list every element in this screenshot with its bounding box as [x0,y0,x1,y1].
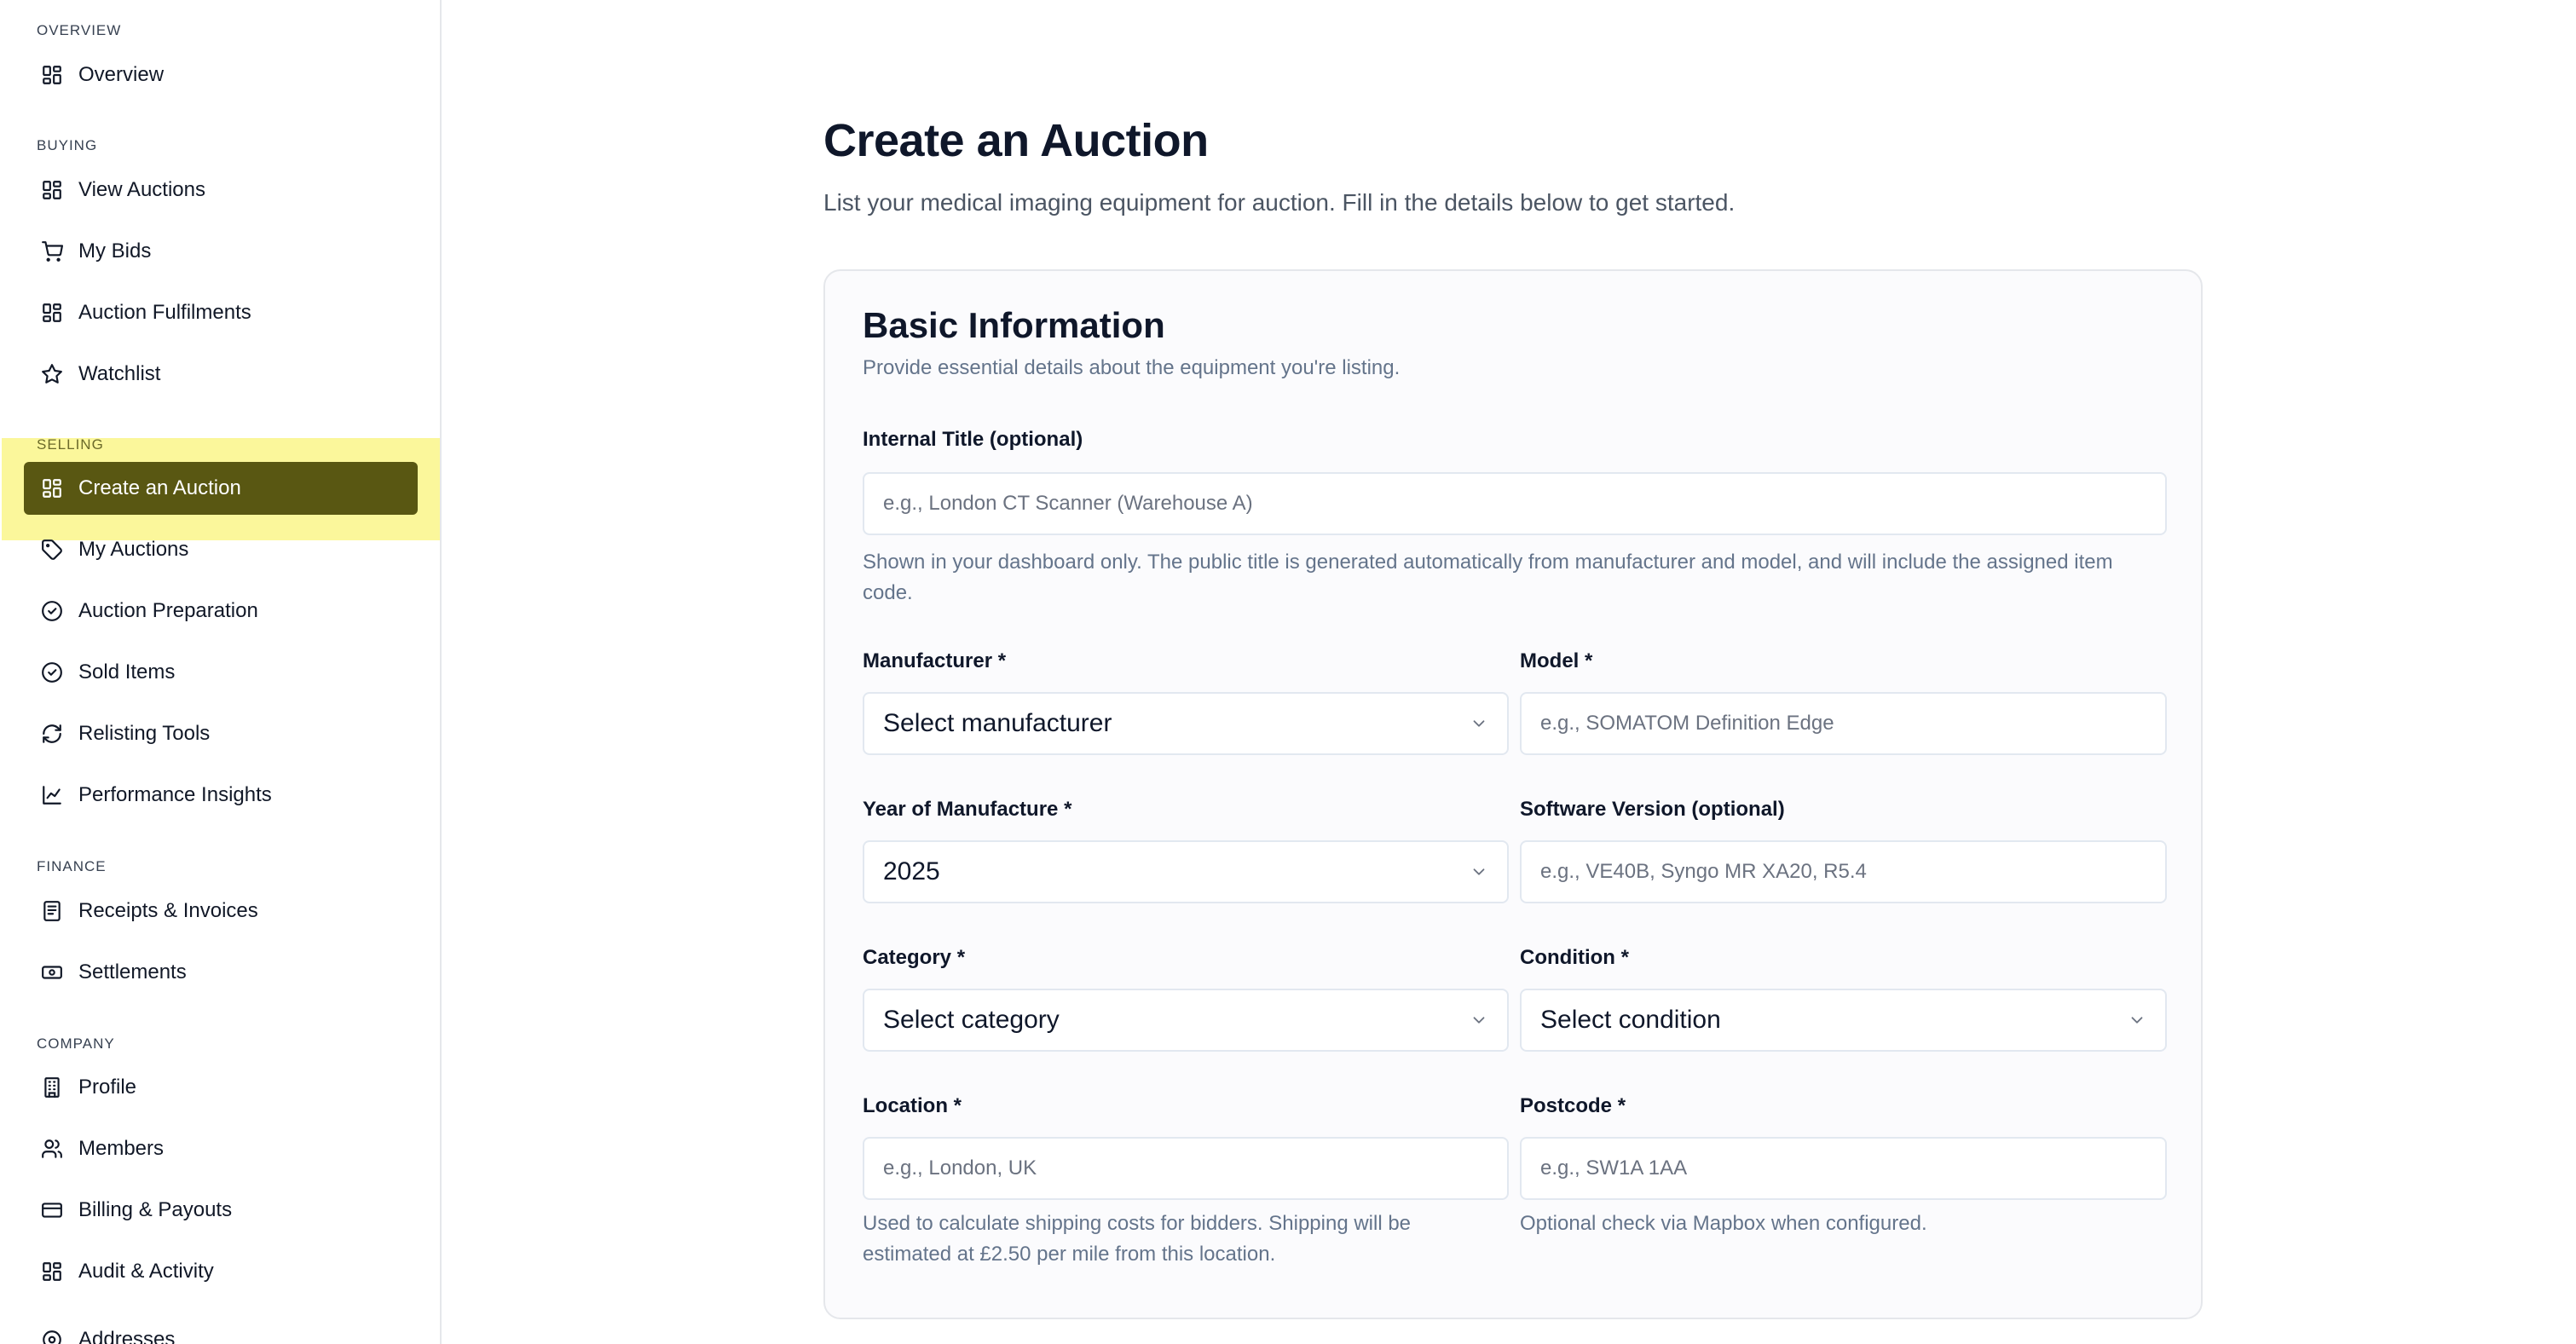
postcode-input[interactable] [1520,1137,2167,1200]
sidebar: OVERVIEW Overview BUYING View Auctions M… [0,0,442,1344]
model-input[interactable] [1520,692,2167,755]
map-pin-icon [41,1329,63,1344]
sidebar-item-auction-preparation[interactable]: Auction Preparation [24,585,418,637]
sidebar-item-label: Billing & Payouts [78,1198,233,1221]
sidebar-item-receipts-invoices[interactable]: Receipts & Invoices [24,885,418,937]
page-subtitle: List your medical imaging equipment for … [823,189,1736,216]
sidebar-item-label: My Auctions [78,538,189,561]
model-label: Model * [1520,649,1593,672]
manufacturer-label: Manufacturer * [863,649,1007,672]
postcode-helper: Optional check via Mapbox when configure… [1520,1212,1927,1235]
chevron-down-icon [1473,1017,1485,1024]
banknote-icon [41,961,63,983]
sidebar-item-members[interactable]: Members [24,1122,418,1175]
sidebar-item-label: Receipts & Invoices [78,899,258,922]
year-select[interactable]: 2025 [863,840,1509,903]
basic-information-card: Basic Information Provide essential deta… [823,269,2203,1319]
sidebar-item-label: Settlements [78,960,187,983]
year-label: Year of Manufacture * [863,798,1072,821]
sidebar-item-label: Auction Preparation [78,599,258,622]
sidebar-item-label: View Auctions [78,178,205,201]
sidebar-item-label: Create an Auction [78,476,241,499]
sidebar-item-label: Profile [78,1076,137,1099]
sidebar-item-overview[interactable]: Overview [24,49,418,101]
sidebar-item-sold-items[interactable]: Sold Items [24,646,418,699]
grid-icon [41,64,63,86]
sidebar-item-relisting-tools[interactable]: Relisting Tools [24,707,418,760]
grid-icon [41,1260,63,1283]
section-label-overview: OVERVIEW [37,22,122,38]
location-label: Location * [863,1094,962,1117]
sidebar-item-label: My Bids [78,239,152,262]
sidebar-item-label: Performance Insights [78,783,272,806]
card-title: Basic Information [863,305,1165,345]
receipt-icon [41,900,63,922]
category-select[interactable]: Select category [863,989,1509,1052]
sidebar-item-audit-activity[interactable]: Audit & Activity [24,1245,418,1298]
sidebar-item-auction-fulfilments[interactable]: Auction Fulfilments [24,286,418,339]
line-chart-icon [41,784,63,806]
internal-title-helper: Shown in your dashboard only. The public… [863,551,2113,604]
section-label-selling: SELLING [37,436,104,453]
sidebar-item-watchlist[interactable]: Watchlist [24,348,418,401]
sidebar-item-profile[interactable]: Profile [24,1061,418,1114]
star-icon [41,363,63,385]
check-circle-icon [41,661,63,684]
users-icon [41,1138,63,1160]
tag-icon [41,539,63,561]
sidebar-item-addresses[interactable]: Addresses [24,1313,418,1344]
sidebar-item-label: Sold Items [78,660,176,684]
condition-select[interactable]: Select condition [1520,989,2167,1052]
sidebar-item-label: Addresses [78,1328,176,1344]
sidebar-item-my-bids[interactable]: My Bids [24,225,418,278]
credit-card-icon [41,1199,63,1221]
sidebar-item-label: Members [78,1137,165,1160]
building-icon [41,1076,63,1099]
sidebar-item-performance-insights[interactable]: Performance Insights [24,769,418,822]
category-label: Category * [863,946,966,969]
sidebar-item-my-auctions[interactable]: My Auctions [24,523,418,576]
location-input[interactable] [863,1137,1509,1200]
condition-select-value: Select condition [1540,1006,1721,1034]
internal-title-label: Internal Title (optional) [863,428,1083,451]
internal-title-input[interactable] [863,472,2167,535]
condition-label: Condition * [1520,946,1629,969]
refresh-icon [41,723,63,745]
year-select-value: 2025 [883,857,940,885]
sidebar-item-label: Relisting Tools [78,722,211,745]
section-label-company: COMPANY [37,1035,115,1052]
grid-icon [41,302,63,324]
software-version-label: Software Version (optional) [1520,798,1785,821]
sidebar-item-view-auctions[interactable]: View Auctions [24,164,418,216]
sidebar-item-label: Auction Fulfilments [78,301,251,324]
sidebar-item-billing-payouts[interactable]: Billing & Payouts [24,1184,418,1237]
sidebar-item-label: Overview [78,63,165,86]
section-label-buying: BUYING [37,137,98,153]
sidebar-item-label: Watchlist [78,362,161,385]
chevron-down-icon [2131,1017,2143,1024]
grid-icon [41,477,63,499]
sidebar-item-create-auction[interactable]: Create an Auction [24,462,418,515]
page-title: Create an Auction [823,115,1209,166]
sidebar-item-label: Audit & Activity [78,1260,214,1283]
location-helper: Used to calculate shipping costs for bid… [863,1212,1412,1266]
section-label-finance: FINANCE [37,858,107,874]
postcode-label: Postcode * [1520,1094,1626,1117]
chevron-down-icon [1473,868,1485,875]
chevron-down-icon [1473,720,1485,727]
check-circle-icon [41,600,63,622]
sidebar-item-settlements[interactable]: Settlements [24,946,418,999]
card-description: Provide essential details about the equi… [863,356,1401,379]
app-root: OVERVIEW Overview BUYING View Auctions M… [0,0,2576,1344]
category-select-value: Select category [883,1006,1060,1034]
manufacturer-select-value: Select manufacturer [883,709,1112,737]
manufacturer-select[interactable]: Select manufacturer [863,692,1509,755]
cart-icon [41,240,63,262]
software-version-input[interactable] [1520,840,2167,903]
grid-icon [41,179,63,201]
